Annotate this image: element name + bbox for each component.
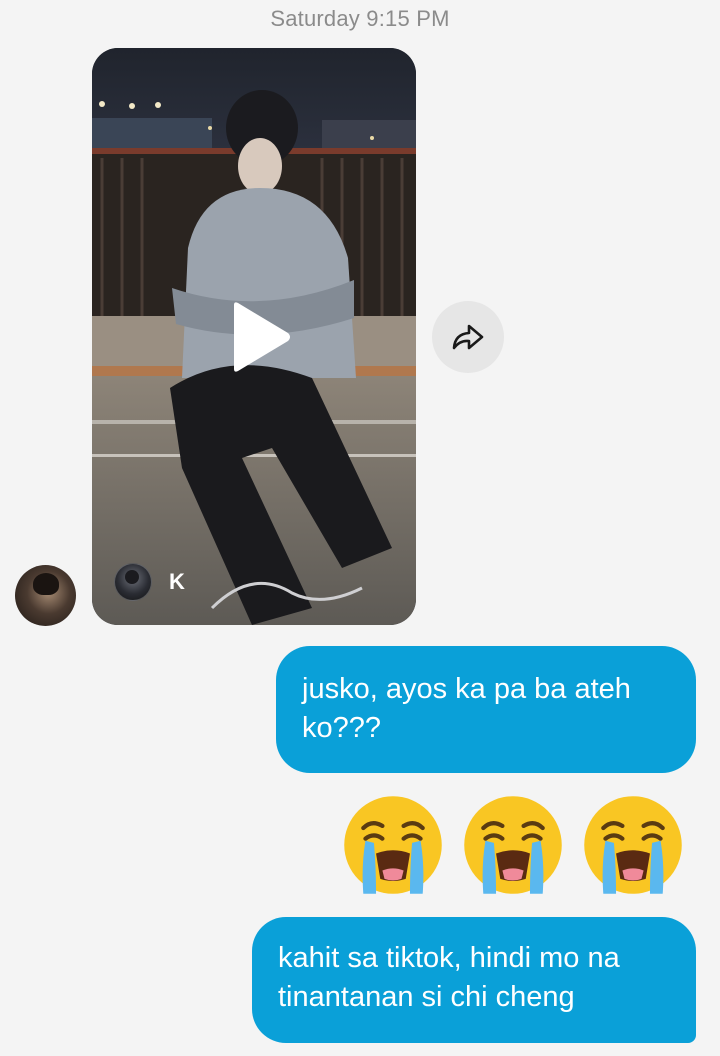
shared-video-card[interactable]: K [92,48,416,625]
loudly-crying-face-icon [344,796,442,894]
outgoing-message[interactable]: jusko, ayos ka pa ba ateh ko??? [276,646,696,773]
share-arrow-icon [452,324,484,350]
message-text: jusko, ayos ka pa ba ateh ko??? [302,673,631,744]
loudly-crying-face-icon [464,796,562,894]
play-icon[interactable] [228,301,292,373]
outgoing-message[interactable]: kahit sa tiktok, hindi mo na tinantanan … [252,917,696,1043]
share-button[interactable] [432,301,504,373]
sender-avatar[interactable] [15,565,76,626]
author-name: K [169,569,185,594]
message-text: kahit sa tiktok, hindi mo na tinantanan … [278,942,620,1013]
emoji-message[interactable] [340,792,686,898]
video-author[interactable]: K [114,563,185,601]
chat-screen: Saturday 9:15 PM K jusko, ayos ka pa ba … [0,0,720,1056]
loudly-crying-face-icon [584,796,682,894]
author-avatar [114,563,152,601]
message-timestamp: Saturday 9:15 PM [270,6,450,31]
